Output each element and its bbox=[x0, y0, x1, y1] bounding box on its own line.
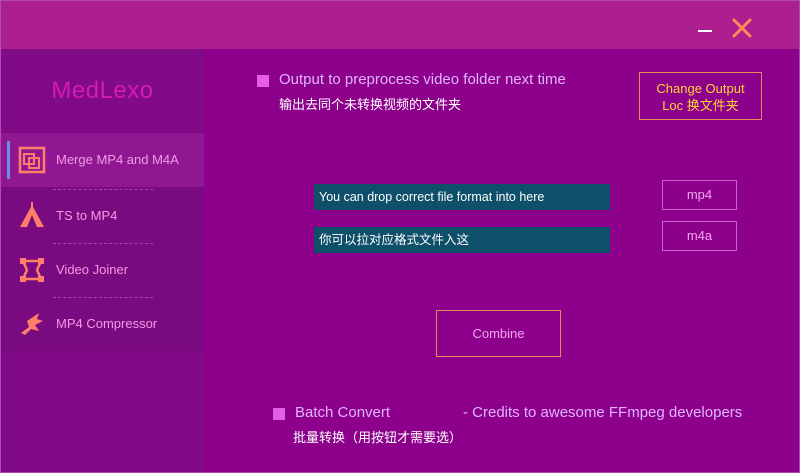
app-window: MedLexo Merge MP4 and M4A TS to MP4 Vide… bbox=[0, 0, 800, 473]
credits-text: - Credits to awesome FFmpeg developers bbox=[463, 404, 743, 421]
merge-layers-icon bbox=[17, 145, 47, 175]
batch-convert-checkbox[interactable] bbox=[273, 408, 285, 420]
batch-convert-sublabel: 批量转换（用按钮才需要选） bbox=[293, 430, 463, 445]
output-folder-checkbox[interactable] bbox=[257, 75, 269, 87]
sidebar-item-label: MP4 Compressor bbox=[56, 316, 158, 331]
vector-frame-icon bbox=[17, 255, 47, 285]
sidebar-item-ts-to-mp4[interactable]: TS to MP4 bbox=[1, 189, 204, 243]
active-indicator bbox=[7, 141, 10, 179]
output-folder-sublabel: 输出去同个未转换视频的文件夹 bbox=[279, 97, 462, 112]
mp4-drop-field[interactable]: You can drop correct file format into he… bbox=[314, 184, 610, 210]
sidebar-item-label: TS to MP4 bbox=[56, 208, 118, 223]
sidebar-item-label: Video Joiner bbox=[56, 262, 129, 277]
change-output-label-line2: Loc 换文件夹 bbox=[662, 98, 739, 113]
change-output-label-line1: Change Output bbox=[656, 81, 745, 96]
tent-icon bbox=[17, 201, 47, 231]
brand-logo: MedLexo bbox=[51, 77, 154, 104]
m4a-drop-field[interactable]: 你可以拉对应格式文件入这 bbox=[314, 227, 610, 253]
figure-icon bbox=[17, 309, 47, 339]
title-bar bbox=[1, 1, 799, 49]
close-icon[interactable] bbox=[729, 15, 755, 41]
sidebar-item-merge-mp4-m4a[interactable]: Merge MP4 and M4A bbox=[1, 133, 204, 187]
change-output-button[interactable]: Change Output Loc 换文件夹 bbox=[639, 72, 762, 120]
sidebar-item-mp4-compressor[interactable]: MP4 Compressor bbox=[1, 297, 204, 351]
output-folder-label: Output to preprocess video folder next t… bbox=[279, 71, 566, 88]
sidebar-item-video-joiner[interactable]: Video Joiner bbox=[1, 243, 204, 297]
sidebar-nav: Merge MP4 and M4A TS to MP4 Video Joiner… bbox=[1, 133, 204, 351]
m4a-select-button[interactable]: m4a bbox=[662, 221, 737, 251]
combine-button[interactable]: Combine bbox=[436, 310, 561, 357]
batch-convert-label: Batch Convert bbox=[295, 404, 391, 421]
minimize-icon[interactable] bbox=[695, 19, 717, 39]
sidebar-item-label: Merge MP4 and M4A bbox=[56, 152, 179, 167]
mp4-select-button[interactable]: mp4 bbox=[662, 180, 737, 210]
